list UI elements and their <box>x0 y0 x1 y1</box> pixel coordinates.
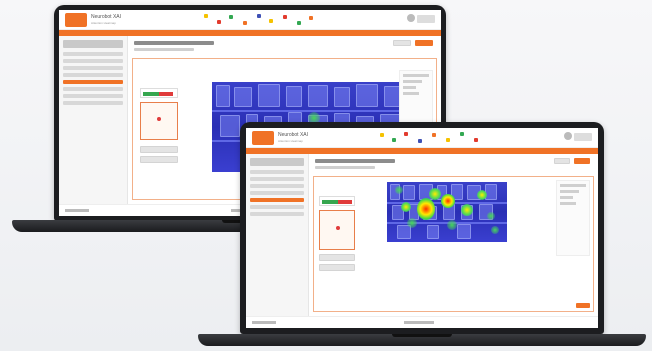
panel-line <box>560 196 573 199</box>
front-sidebar-item[interactable] <box>250 212 305 216</box>
panel-line <box>560 202 576 205</box>
user-avatar-icon[interactable] <box>564 132 572 140</box>
heat-spot <box>487 212 496 220</box>
user-menu[interactable] <box>574 133 592 141</box>
front-footer-button[interactable] <box>576 303 590 308</box>
front-legend-green <box>322 200 339 204</box>
laptop-front-notch <box>392 334 452 337</box>
front-brand-title: Neurobot XAI <box>278 132 309 138</box>
heat-spot <box>447 220 458 230</box>
front-topbar: Neurobot XAI Attention Heatmap <box>246 128 598 148</box>
product <box>403 185 416 200</box>
heat-spot <box>491 226 500 234</box>
front-confetti-decoration <box>376 130 506 144</box>
front-thumb-button-2[interactable] <box>319 264 356 271</box>
front-legend <box>319 196 356 206</box>
front-thumb-button[interactable] <box>319 254 356 261</box>
front-primary-button[interactable] <box>574 158 590 164</box>
front-legend-red <box>338 200 353 204</box>
marketing-stage: Neurobot XAI Attention Heatmap Neurobot … <box>0 0 652 351</box>
front-sidebar-item[interactable] <box>250 184 305 188</box>
front-sidebar-item-active[interactable] <box>250 198 305 202</box>
front-sidebar-item[interactable] <box>250 170 305 174</box>
front-sidebar <box>246 154 310 316</box>
front-sidebar-header <box>250 158 305 166</box>
laptop-front: Neurobot XAI Attention Heatmap <box>0 0 652 351</box>
front-right-panel <box>556 180 590 256</box>
front-secondary-button[interactable] <box>554 158 570 164</box>
front-main <box>309 154 598 316</box>
front-sidebar-item[interactable] <box>250 177 305 181</box>
product <box>485 184 498 200</box>
product <box>457 224 472 239</box>
front-heatmap <box>387 182 508 242</box>
front-thumbnail[interactable] <box>319 210 356 250</box>
heat-spot <box>395 186 404 194</box>
marker-icon <box>335 226 340 231</box>
front-footer <box>246 316 598 328</box>
laptop-front-screen: Neurobot XAI Attention Heatmap <box>246 128 598 328</box>
front-brand-subtitle: Attention Heatmap <box>278 139 303 143</box>
panel-line <box>560 190 580 193</box>
front-breadcrumb <box>315 166 376 169</box>
product <box>427 225 440 239</box>
front-page-title <box>315 159 396 163</box>
front-sidebar-item[interactable] <box>250 191 305 195</box>
heat-spot <box>407 218 418 228</box>
logo-icon[interactable] <box>252 131 274 145</box>
front-sidebar-item[interactable] <box>250 205 305 209</box>
panel-line <box>560 184 586 187</box>
